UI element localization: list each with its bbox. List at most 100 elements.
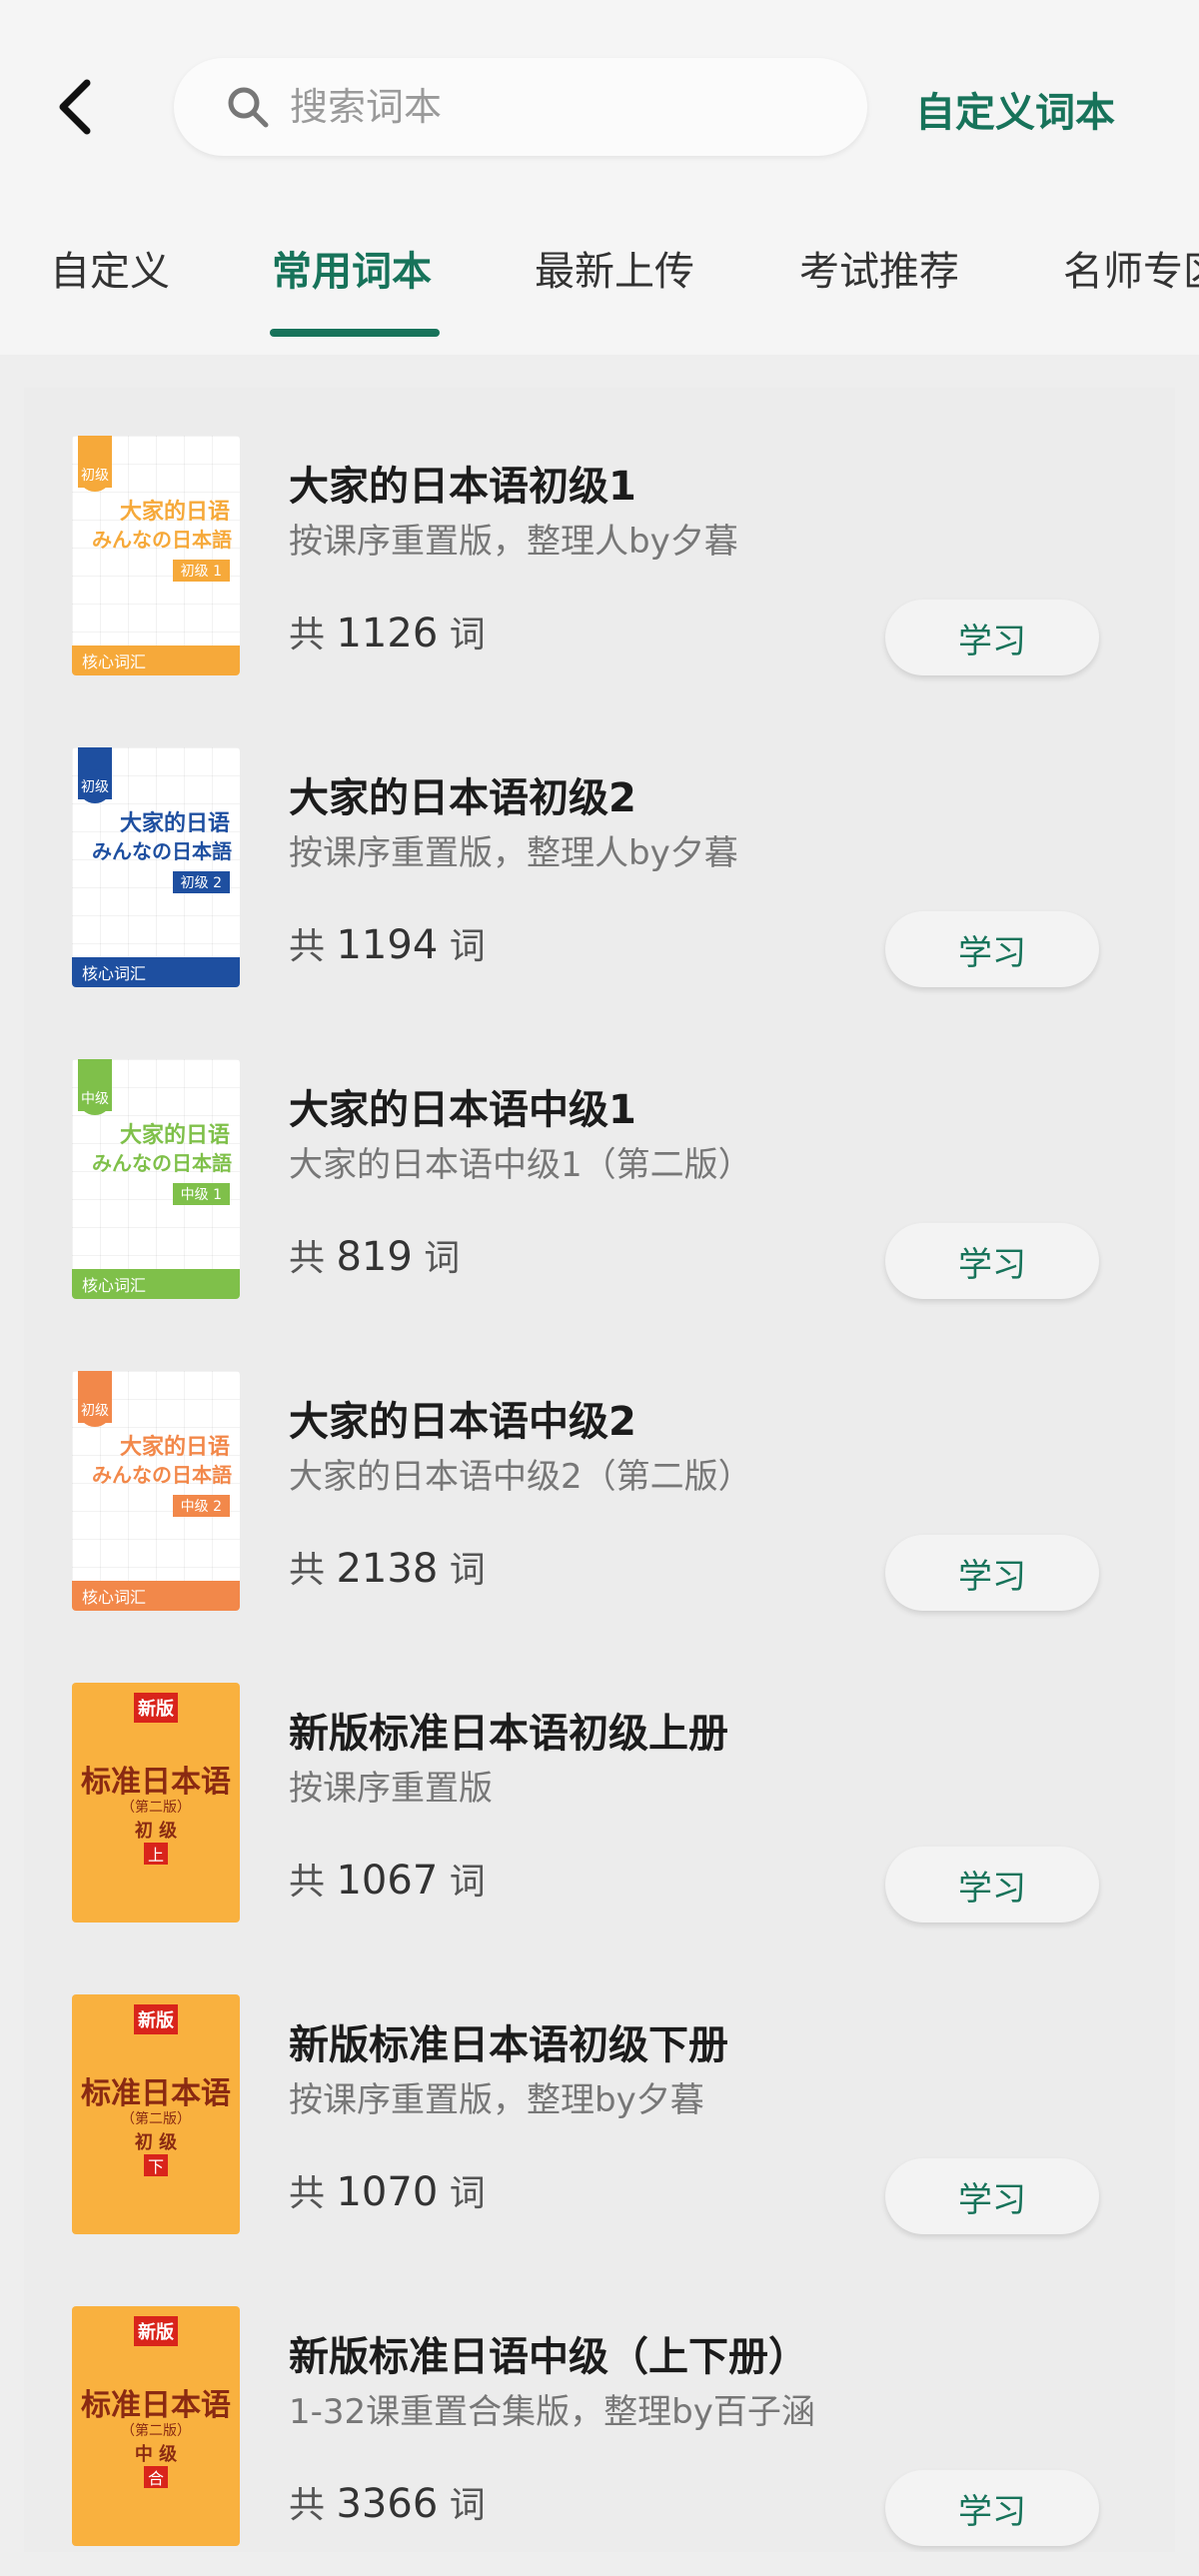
book-title: 新版标准日本语初级上册 <box>289 1711 728 1757</box>
book-cover: 初级 大家的日语 みんなの日本語 中级 2 核心词汇 <box>72 1371 240 1611</box>
cover-level: 中级 1 <box>172 1183 230 1205</box>
cover-title: 标准日本语 <box>81 1765 231 1800</box>
word-count: 共 1070 词 <box>289 2164 486 2216</box>
cover-badge: 初级 <box>78 769 112 803</box>
cover-badge: 初级 <box>78 458 112 492</box>
count-prefix: 共 <box>289 615 326 655</box>
count-number: 1070 <box>336 2169 439 2215</box>
count-number: 1194 <box>336 922 439 968</box>
book-cover: 新版 标准日本语 （第二版） 初 级 下 <box>72 1994 240 2234</box>
cover-level: 初级 2 <box>172 871 230 893</box>
cover-footer: 核心词汇 <box>72 645 240 675</box>
count-unit: 词 <box>449 2485 486 2526</box>
count-unit: 词 <box>449 615 486 655</box>
study-button[interactable]: 学习 <box>885 2158 1099 2234</box>
wordbook-item[interactable]: 新版 标准日本语 （第二版） 初 级 下 新版标准日本语初级下册 按课序重置版，… <box>24 1946 1175 2258</box>
count-unit: 词 <box>449 2173 486 2214</box>
cover-tag: 新版 <box>134 1693 178 1723</box>
back-button[interactable] <box>40 72 110 142</box>
tab-common[interactable]: 常用词本 <box>272 239 432 297</box>
count-number: 819 <box>336 1234 413 1280</box>
cover-level: 初 级 <box>134 1821 178 1842</box>
cover-badge: 初级 <box>78 1393 112 1427</box>
cover-level: 中级 2 <box>172 1495 230 1517</box>
cover-title-cn: 大家的日语 <box>119 1435 230 1460</box>
cover-level: 初级 1 <box>172 560 230 582</box>
book-subtitle: 按课序重置版，整理人by夕暮 <box>289 522 738 562</box>
word-count: 共 1067 词 <box>289 1853 486 1905</box>
count-unit: 词 <box>449 1550 486 1591</box>
study-button[interactable]: 学习 <box>885 911 1099 987</box>
cover-tag: 新版 <box>134 2004 178 2034</box>
study-button[interactable]: 学习 <box>885 1535 1099 1611</box>
count-number: 2138 <box>336 1546 439 1592</box>
cover-volume: 上 <box>144 1843 168 1865</box>
book-title: 大家的日本语初级1 <box>289 464 636 510</box>
book-subtitle: 大家的日本语中级1（第二版） <box>289 1145 752 1185</box>
book-cover: 新版 标准日本语 （第二版） 中 级 合 <box>72 2306 240 2546</box>
wordbook-item[interactable]: 新版 标准日本语 （第二版） 中 级 合 新版标准日语中级（上下册） 1-32课… <box>24 2258 1175 2552</box>
study-button[interactable]: 学习 <box>885 1223 1099 1299</box>
chevron-left-icon <box>59 79 91 135</box>
cover-volume: 下 <box>144 2154 168 2176</box>
word-count: 共 819 词 <box>289 1229 460 1281</box>
word-count: 共 1194 词 <box>289 917 486 969</box>
search-box[interactable] <box>174 58 867 156</box>
cover-edition: （第二版） <box>121 2423 191 2439</box>
book-cover: 初级 大家的日语 みんなの日本語 初级 1 核心词汇 <box>72 436 240 675</box>
tab-custom[interactable]: 自定义 <box>50 239 170 297</box>
count-prefix: 共 <box>289 1550 326 1591</box>
cover-volume: 合 <box>144 2466 168 2488</box>
wordbook-item[interactable]: 初级 大家的日语 みんなの日本語 中级 2 核心词汇 大家的日本语中级2 大家的… <box>24 1323 1175 1635</box>
active-tab-indicator <box>270 329 440 337</box>
book-subtitle: 大家的日本语中级2（第二版） <box>289 1457 752 1497</box>
book-title: 大家的日本语中级2 <box>289 1399 636 1445</box>
book-cover: 新版 标准日本语 （第二版） 初 级 上 <box>72 1683 240 1923</box>
cover-title-jp: みんなの日本語 <box>92 1151 232 1175</box>
count-prefix: 共 <box>289 1238 326 1279</box>
word-count: 共 2138 词 <box>289 1541 486 1593</box>
cover-footer: 核心词汇 <box>72 1269 240 1299</box>
cover-level: 中 级 <box>134 2444 178 2465</box>
cover-title-jp: みんなの日本語 <box>92 839 232 863</box>
cover-badge: 中级 <box>78 1081 112 1115</box>
count-unit: 词 <box>424 1238 461 1279</box>
cover-title-jp: みんなの日本語 <box>92 528 232 552</box>
wordbook-item[interactable]: 初级 大家的日语 みんなの日本語 初级 1 核心词汇 大家的日本语初级1 按课序… <box>24 388 1175 699</box>
book-subtitle: 按课序重置版 <box>289 1769 493 1809</box>
custom-wordbook-link[interactable]: 自定义词本 <box>915 80 1115 138</box>
count-prefix: 共 <box>289 2173 326 2214</box>
book-subtitle: 1-32课重置合集版，整理by百子涵 <box>289 2392 815 2432</box>
wordbook-item[interactable]: 中级 大家的日语 みんなの日本語 中级 1 核心词汇 大家的日本语中级1 大家的… <box>24 1011 1175 1323</box>
book-subtitle: 按课序重置版，整理人by夕暮 <box>289 833 738 873</box>
wordbook-item[interactable]: 新版 标准日本语 （第二版） 初 级 上 新版标准日本语初级上册 按课序重置版 … <box>24 1635 1175 1946</box>
search-icon <box>224 83 272 131</box>
count-prefix: 共 <box>289 1862 326 1903</box>
tab-exam[interactable]: 考试推荐 <box>799 239 959 297</box>
count-number: 3366 <box>336 2481 439 2527</box>
cover-edition: （第二版） <box>121 1800 191 1816</box>
book-subtitle: 按课序重置版，整理by夕暮 <box>289 2080 704 2120</box>
cover-title: 标准日本语 <box>81 2076 231 2111</box>
book-cover: 初级 大家的日语 みんなの日本語 初级 2 核心词汇 <box>72 747 240 987</box>
count-unit: 词 <box>449 926 486 967</box>
cover-footer: 核心词汇 <box>72 1581 240 1611</box>
tab-teachers[interactable]: 名师专区 <box>1063 239 1199 297</box>
cover-tag: 新版 <box>134 2316 178 2346</box>
study-button[interactable]: 学习 <box>885 600 1099 675</box>
search-input[interactable] <box>288 84 851 130</box>
tab-latest[interactable]: 最新上传 <box>535 239 694 297</box>
book-cover: 中级 大家的日语 みんなの日本語 中级 1 核心词汇 <box>72 1059 240 1299</box>
cover-title-jp: みんなの日本語 <box>92 1463 232 1487</box>
count-number: 1067 <box>336 1858 439 1904</box>
book-title: 新版标准日本语初级下册 <box>289 2022 728 2068</box>
cover-level: 初 级 <box>134 2132 178 2153</box>
wordbook-item[interactable]: 初级 大家的日语 みんなの日本語 初级 2 核心词汇 大家的日本语初级2 按课序… <box>24 699 1175 1011</box>
cover-title-cn: 大家的日语 <box>119 500 230 525</box>
top-bar: 自定义词本 <box>0 0 1199 215</box>
count-prefix: 共 <box>289 2485 326 2526</box>
book-title: 新版标准日语中级（上下册） <box>289 2334 808 2380</box>
study-button[interactable]: 学习 <box>885 1847 1099 1923</box>
category-tabs: 自定义 常用词本 最新上传 考试推荐 名师专区 <box>0 215 1199 355</box>
study-button[interactable]: 学习 <box>885 2470 1099 2546</box>
